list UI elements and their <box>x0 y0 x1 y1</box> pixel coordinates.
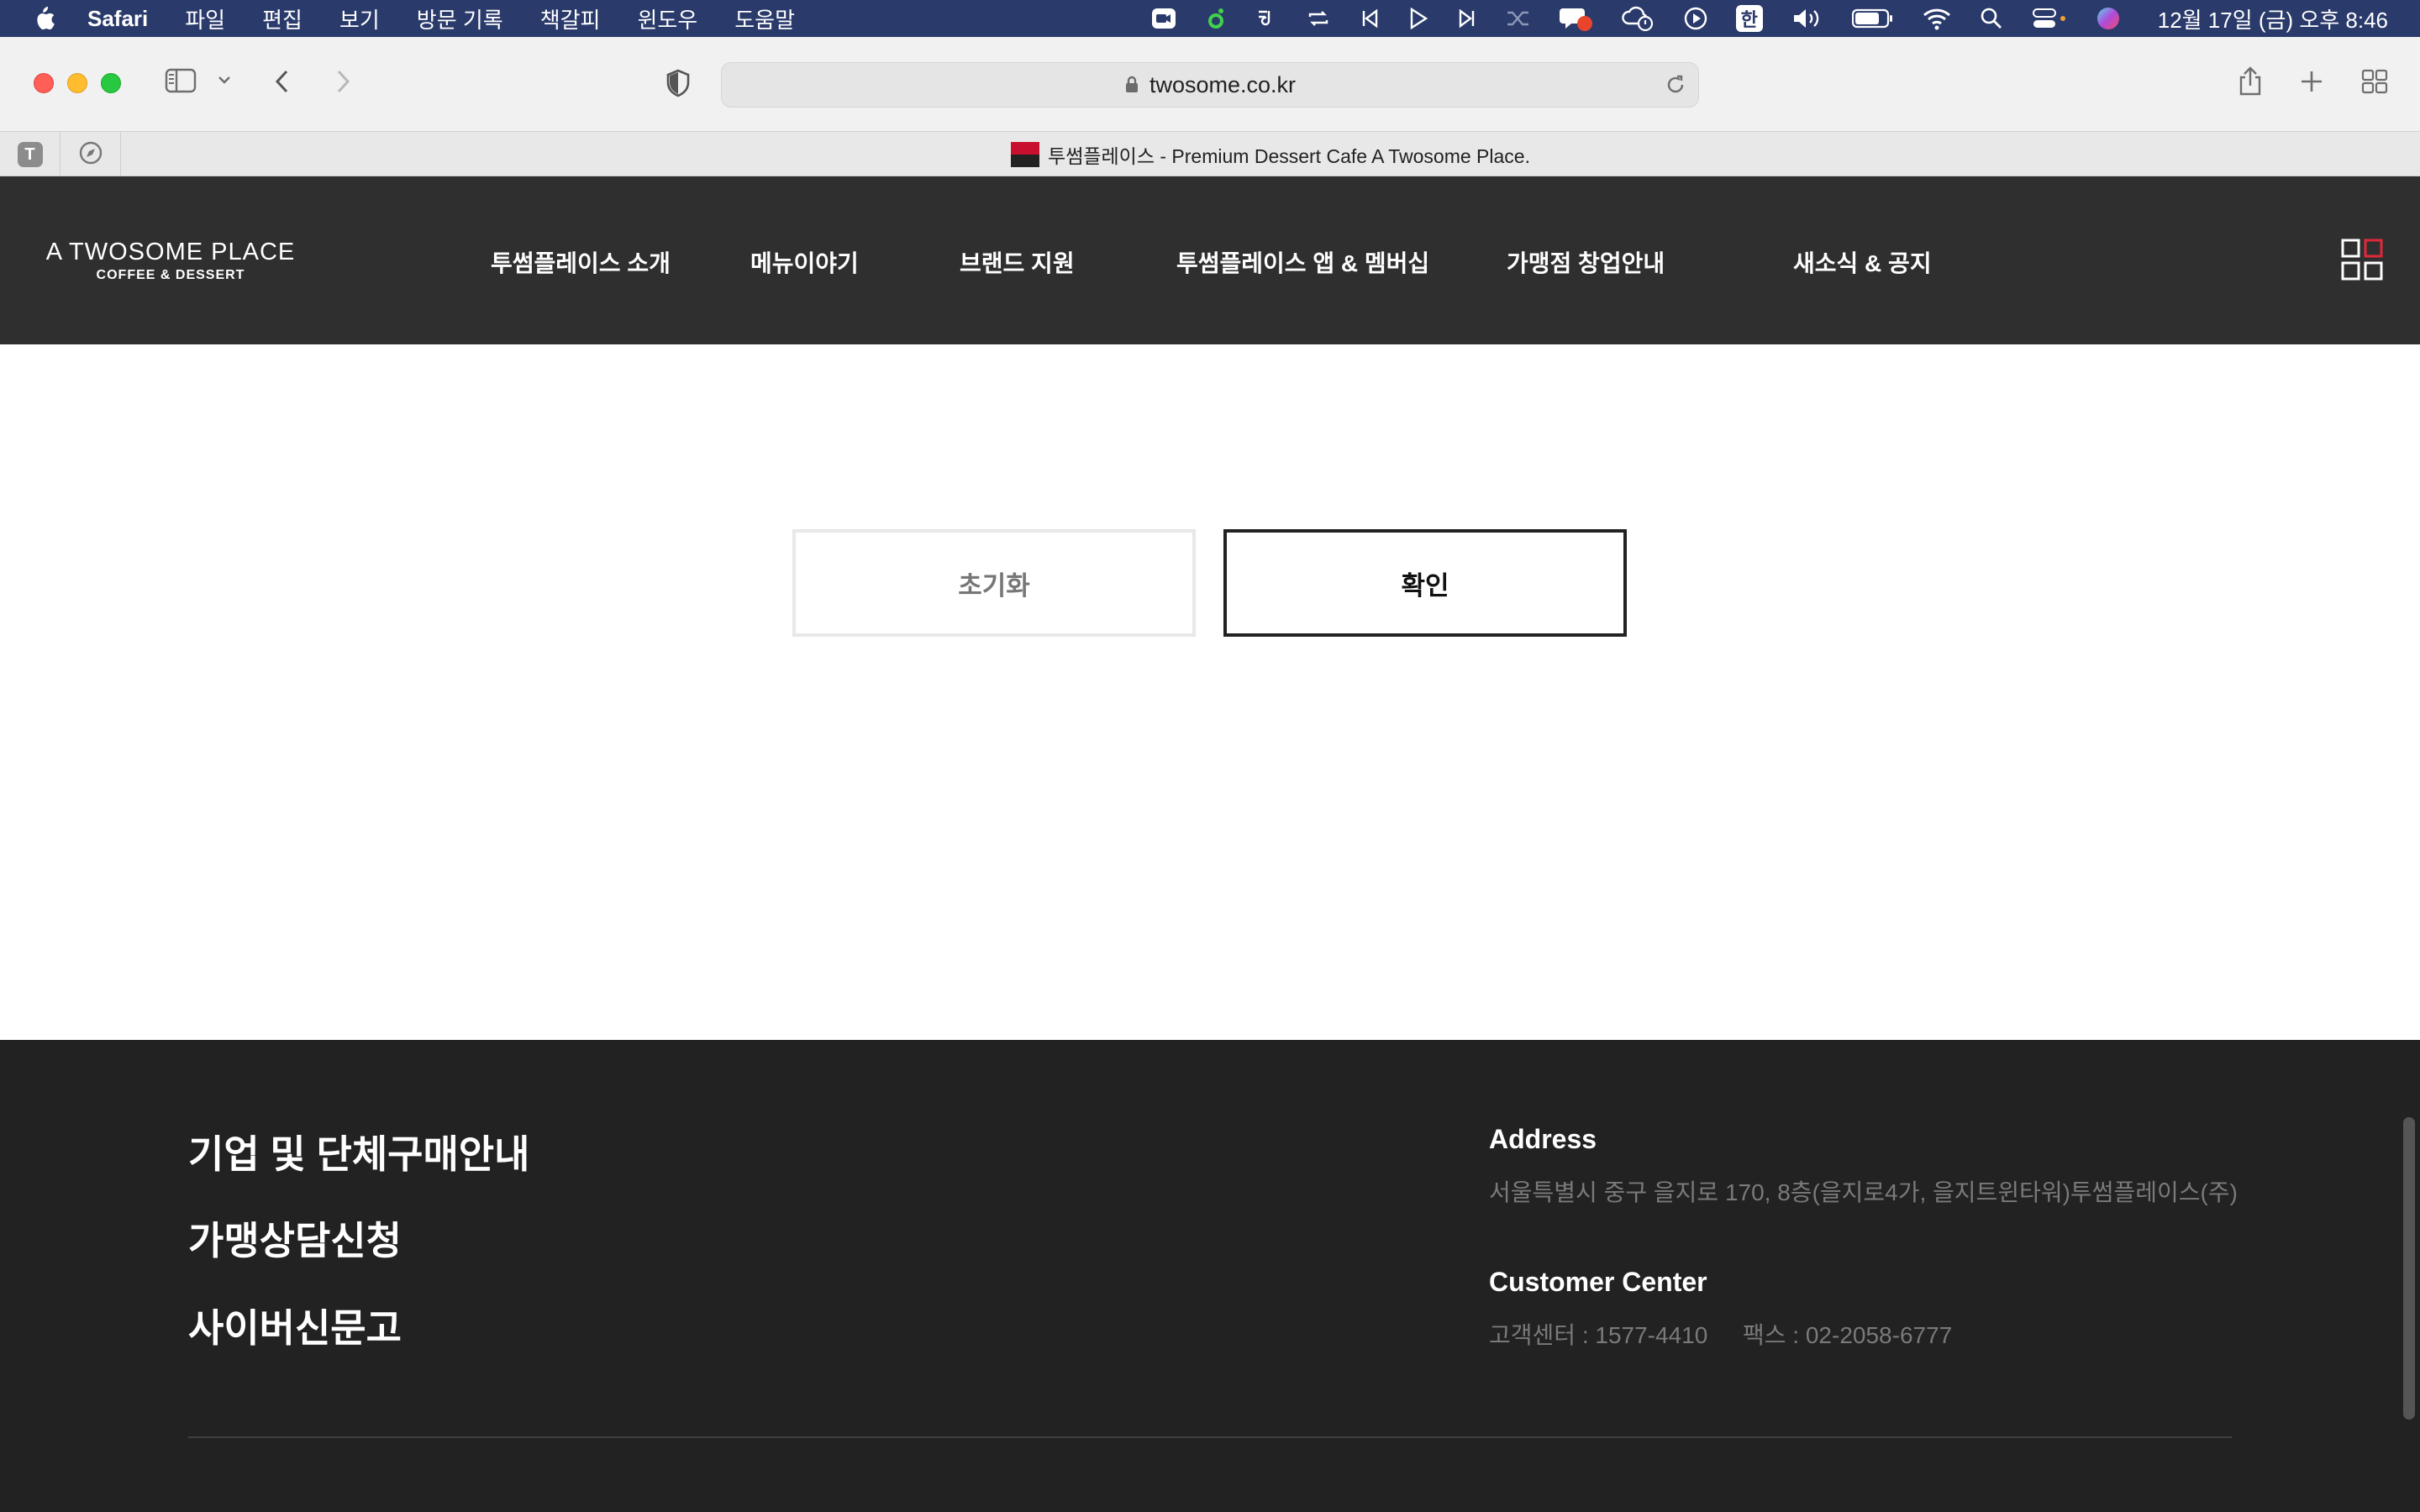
lock-icon <box>1124 76 1139 94</box>
pinned-tab[interactable]: T <box>0 132 60 177</box>
screen: Safari 파일 편집 보기 방문 기록 책갈피 윈도우 도움말 한 12월 … <box>0 0 2420 1512</box>
sidebar-toggle-icon[interactable] <box>165 67 197 94</box>
menu-history[interactable]: 방문 기록 <box>417 3 503 34</box>
apple-menu-icon[interactable] <box>32 6 57 31</box>
back-icon[interactable] <box>271 67 294 96</box>
camera-icon[interactable] <box>1151 0 1176 37</box>
footer-divider <box>188 1436 2232 1438</box>
all-menu-grid-icon[interactable] <box>2341 239 2383 281</box>
site-footer: 기업 및 단체구매안내 가맹상담신청 사이버신문고 Address 서울특별시 … <box>0 1040 2420 1512</box>
page-scrollbar[interactable] <box>2403 1117 2415 1420</box>
nav-item-franchise[interactable]: 가맹점 창업안내 <box>1507 245 1665 279</box>
menu-help[interactable]: 도움말 <box>734 3 795 34</box>
nav-item-app-membership[interactable]: 투썸플레이스 앱 & 멤버십 <box>1176 245 1429 279</box>
footer-link-franchise-consult[interactable]: 가맹상담신청 <box>188 1210 402 1266</box>
logo-subtitle: COFFEE & DESSERT <box>96 268 245 282</box>
repeat-icon[interactable] <box>1306 0 1331 37</box>
site-header: A TWOSOME PLACE COFFEE & DESSERT 투썸플레이스 … <box>0 176 2420 344</box>
siri-icon[interactable] <box>2096 0 2121 37</box>
status-menus: 한 12월 17일 (금) 오후 8:46 <box>1123 0 2388 37</box>
privacy-shield-icon[interactable] <box>666 69 691 97</box>
footer-link-cyber-report[interactable]: 사이버신문고 <box>188 1298 402 1353</box>
menu-app-name[interactable]: Safari <box>87 6 148 32</box>
tab-bar: T 투썸플레이스 - Premium Dessert Cafe A Twosom… <box>0 131 2420 177</box>
tab-title: 투썸플레이스 - Premium Dessert Cafe A Twosome … <box>1048 145 1530 167</box>
compass-icon <box>78 140 103 170</box>
close-window-button[interactable] <box>34 73 54 93</box>
logo-title: A TWOSOME PLACE <box>45 239 296 265</box>
nav-item-brand-support[interactable]: 브랜드 지원 <box>960 245 1075 279</box>
weather-icon[interactable] <box>1622 0 1655 37</box>
battery-icon[interactable] <box>1851 0 1894 37</box>
tab-active[interactable]: 투썸플레이스 - Premium Dessert Cafe A Twosome … <box>121 132 2420 177</box>
nav-item-menu[interactable]: 메뉴이야기 <box>750 245 859 279</box>
control-center-icon[interactable] <box>2032 0 2067 37</box>
menubar-clock[interactable]: 12월 17일 (금) 오후 8:46 <box>2158 3 2388 34</box>
pinned-tab-badge: T <box>17 142 43 167</box>
brand-logo[interactable]: A TWOSOME PLACE COFFEE & DESSERT <box>40 239 301 283</box>
input-method-label: 한 <box>1735 5 1763 32</box>
next-track-icon[interactable] <box>1457 0 1477 37</box>
customer-fax: 팩스 : 02-2058-6777 <box>1743 1322 1953 1348</box>
share-icon[interactable] <box>2237 66 2264 97</box>
footer-link-corporate-purchase[interactable]: 기업 및 단체구매안내 <box>188 1124 529 1179</box>
input-method-icon[interactable]: 한 <box>1735 0 1763 37</box>
minimize-window-button[interactable] <box>67 73 87 93</box>
site-favicon-icon <box>1011 142 1040 167</box>
pinned-tab[interactable] <box>60 132 121 177</box>
spotlight-search-icon[interactable] <box>1980 0 2003 37</box>
url-text: twosome.co.kr <box>1149 71 1297 97</box>
play-circle-icon[interactable] <box>1684 0 1707 37</box>
zoom-window-button[interactable] <box>101 73 121 93</box>
reset-button[interactable]: 초기화 <box>792 529 1196 637</box>
address-text: 서울특별시 중구 을지로 170, 8층(을지로4가, 을지트윈타워)투썸플레이… <box>1489 1179 2238 1205</box>
wifi-icon[interactable] <box>1923 0 1951 37</box>
menu-bookmarks[interactable]: 책갈피 <box>540 3 601 34</box>
menu-file[interactable]: 파일 <box>185 3 225 34</box>
tab-overview-icon[interactable] <box>2361 69 2388 94</box>
volume-icon[interactable] <box>1791 0 1823 37</box>
menu-view[interactable]: 보기 <box>339 3 380 34</box>
messenger-icon[interactable] <box>1559 0 1593 37</box>
now-playing-icon[interactable] <box>1255 0 1277 37</box>
address-title: Address <box>1489 1124 1597 1154</box>
play-icon[interactable] <box>1408 0 1428 37</box>
address-bar[interactable]: twosome.co.kr <box>721 62 1699 108</box>
chevron-down-icon[interactable] <box>217 74 232 86</box>
music-app-icon[interactable] <box>1205 0 1227 37</box>
nav-item-about[interactable]: 투썸플레이스 소개 <box>491 245 671 279</box>
nav-item-news[interactable]: 새소식 & 공지 <box>1793 245 1932 279</box>
shuffle-icon[interactable] <box>1506 0 1531 37</box>
app-menus: Safari 파일 편집 보기 방문 기록 책갈피 윈도우 도움말 <box>87 3 832 34</box>
menu-edit[interactable]: 편집 <box>262 3 302 34</box>
reload-icon[interactable] <box>1665 73 1686 102</box>
forward-icon[interactable] <box>331 67 355 96</box>
customer-phone: 고객센터 : 1577-4410 <box>1489 1322 1708 1348</box>
menu-window[interactable]: 윈도우 <box>637 3 697 34</box>
new-tab-icon[interactable] <box>2299 69 2324 94</box>
confirm-button[interactable]: 확인 <box>1223 529 1627 637</box>
browser-toolbar: twosome.co.kr <box>0 37 2420 131</box>
customer-center-title: Customer Center <box>1489 1267 1707 1297</box>
previous-track-icon[interactable] <box>1360 0 1380 37</box>
macos-menubar: Safari 파일 편집 보기 방문 기록 책갈피 윈도우 도움말 한 12월 … <box>0 0 2420 37</box>
